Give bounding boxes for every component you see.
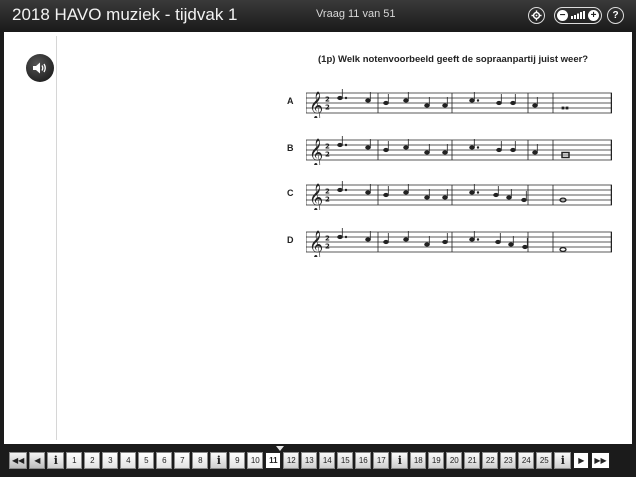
settings-button[interactable]: [528, 7, 545, 24]
staff-option-a[interactable]: 𝄞 2 2: [306, 88, 612, 118]
staff-option-c[interactable]: 𝄞 2 2: [306, 180, 612, 210]
page-button-9[interactable]: 9: [229, 452, 246, 469]
double-right-icon: ▶▶: [594, 456, 607, 465]
svg-text:2: 2: [325, 243, 330, 251]
double-left-icon: ◀◀: [12, 456, 25, 465]
nav-row: ◀◀ ◀ i 1 2 3 4 5 6 7 8 i 9 10 11 12 13 14 15 16 17 i 18 19 20 2…: [9, 452, 610, 469]
treble-clef-icon: 𝄞: [309, 138, 323, 165]
page-button-21[interactable]: 21: [464, 452, 481, 469]
page-button-7[interactable]: 7: [174, 452, 191, 469]
page-button-15[interactable]: 15: [337, 452, 354, 469]
page-button-8[interactable]: 8: [192, 452, 209, 469]
speaker-icon: [33, 62, 46, 74]
page-button-24[interactable]: 24: [518, 452, 535, 469]
page-buttons: i 1 2 3 4 5 6 7 8 i 9 10 11 12 13 14 15 16 17 i 18 19 20 21 22 23…: [47, 452, 572, 469]
current-page-marker-icon: [276, 446, 284, 451]
zoom-in-button[interactable]: +: [588, 10, 599, 21]
question-counter: Vraag 11 van 51: [316, 8, 396, 20]
page-button-13[interactable]: 13: [301, 452, 318, 469]
page-button-16[interactable]: 16: [355, 452, 372, 469]
page-button-3[interactable]: 3: [102, 452, 119, 469]
svg-text:2: 2: [325, 143, 330, 151]
left-icon: ◀: [34, 456, 41, 465]
page-button-5[interactable]: 5: [138, 452, 155, 469]
page-button-20[interactable]: 20: [446, 452, 463, 469]
page-button-14[interactable]: 14: [319, 452, 336, 469]
gear-icon: [531, 10, 542, 21]
page-button-10[interactable]: 10: [247, 452, 264, 469]
page-button-25[interactable]: 25: [536, 452, 553, 469]
page-button-1[interactable]: 1: [66, 452, 83, 469]
svg-text:2: 2: [325, 96, 330, 104]
audio-play-button[interactable]: [26, 54, 54, 82]
right-icon: ▶: [578, 456, 585, 465]
info-page-button[interactable]: i: [210, 452, 228, 469]
svg-text:2: 2: [325, 151, 330, 159]
help-button[interactable]: ?: [607, 7, 624, 24]
option-d-label[interactable]: D: [287, 235, 294, 245]
page-button-18[interactable]: 18: [410, 452, 427, 469]
svg-text:2: 2: [325, 196, 330, 204]
question-area: (1p) Welk notenvoorbeeld geeft de sopraa…: [4, 32, 632, 444]
info-page-button[interactable]: i: [391, 452, 409, 469]
divider: [56, 36, 57, 440]
option-b-label[interactable]: B: [287, 143, 294, 153]
staff-option-d[interactable]: 𝄞 2 2: [306, 227, 612, 257]
staff-option-b[interactable]: 𝄞 2 2: [306, 135, 612, 165]
header-bar: 2018 HAVO muziek - tijdvak 1 Vraag 11 va…: [0, 0, 636, 32]
page-button-22[interactable]: 22: [482, 452, 499, 469]
zoom-level-icon: [571, 10, 585, 21]
zoom-control: − +: [554, 7, 602, 24]
page-button-17[interactable]: 17: [373, 452, 390, 469]
svg-text:2: 2: [325, 235, 330, 243]
treble-clef-icon: 𝄞: [309, 91, 323, 118]
page-button-4[interactable]: 4: [120, 452, 137, 469]
page-button-19[interactable]: 19: [428, 452, 445, 469]
page-button-6[interactable]: 6: [156, 452, 173, 469]
question-text: (1p) Welk notenvoorbeeld geeft de sopraa…: [318, 54, 589, 65]
page-button-11[interactable]: 11: [265, 452, 282, 469]
option-a-label[interactable]: A: [287, 96, 294, 106]
info-page-button[interactable]: i: [554, 452, 572, 469]
svg-text:2: 2: [325, 104, 330, 112]
info-page-button[interactable]: i: [47, 452, 65, 469]
treble-clef-icon: 𝄞: [309, 230, 323, 257]
page-navigation: ◀◀ ◀ i 1 2 3 4 5 6 7 8 i 9 10 11 12 13 14 15 16 17 i 18 19 20 2…: [0, 444, 636, 477]
first-page-button[interactable]: ◀◀: [9, 452, 28, 469]
page-button-2[interactable]: 2: [84, 452, 101, 469]
app-title: 2018 HAVO muziek - tijdvak 1: [12, 5, 238, 24]
zoom-out-button[interactable]: −: [557, 10, 568, 21]
page-button-23[interactable]: 23: [500, 452, 517, 469]
page-button-12[interactable]: 12: [283, 452, 300, 469]
next-page-button[interactable]: ▶: [573, 452, 590, 469]
treble-clef-icon: 𝄞: [309, 183, 323, 210]
option-c-label[interactable]: C: [287, 188, 294, 198]
last-page-button[interactable]: ▶▶: [591, 452, 610, 469]
previous-page-button[interactable]: ◀: [29, 452, 46, 469]
svg-text:2: 2: [325, 188, 330, 196]
